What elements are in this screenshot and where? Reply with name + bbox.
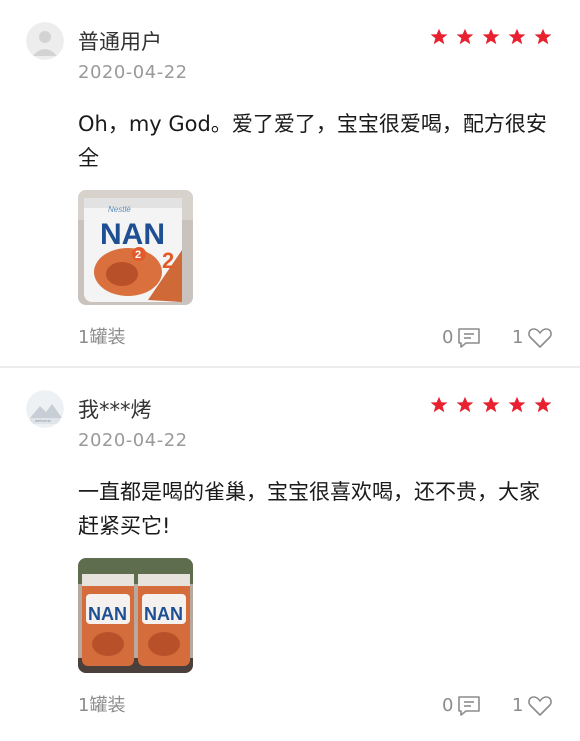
review-photo[interactable]: NAN NAN	[78, 558, 193, 673]
divider	[0, 366, 580, 368]
photo-stage: 2	[162, 248, 174, 273]
product-spec: 1罐装	[78, 327, 126, 348]
photo-brand: NAN	[144, 604, 183, 624]
avatar[interactable]: welcome	[26, 390, 64, 428]
comment-button[interactable]: 0	[442, 326, 481, 350]
username: 我***烤	[78, 398, 152, 422]
star-icon	[534, 396, 552, 413]
star-icon	[482, 396, 500, 413]
star-icon	[430, 396, 448, 413]
star-icon	[534, 28, 552, 45]
heart-icon	[528, 328, 553, 348]
review-photo[interactable]: Nestlé NAN 2 2	[78, 190, 193, 305]
like-button[interactable]: 1	[512, 326, 553, 350]
like-count: 1	[512, 695, 524, 716]
star-icon	[456, 396, 474, 413]
review-date: 2020-04-22	[78, 62, 188, 83]
comment-count: 0	[442, 327, 454, 348]
star-icon	[482, 28, 500, 45]
comment-count: 0	[442, 695, 454, 716]
product-spec: 1罐装	[78, 695, 126, 716]
star-icon	[508, 396, 526, 413]
heart-icon	[528, 696, 553, 716]
username: 普通用户	[78, 30, 162, 54]
comment-icon	[458, 696, 481, 716]
comment-button[interactable]: 0	[442, 694, 481, 718]
star-icon	[508, 28, 526, 45]
photo-stage-badge: 2	[135, 249, 141, 261]
svg-text:welcome: welcome	[35, 418, 52, 423]
like-count: 1	[512, 327, 524, 348]
rating-stars	[430, 396, 560, 418]
rating-stars	[430, 28, 560, 50]
star-icon	[430, 28, 448, 45]
review-date: 2020-04-22	[78, 430, 188, 451]
photo-brand-top: Nestlé	[108, 205, 131, 214]
review-text: Oh，my God。爱了爱了，宝宝很爱喝，配方很安全	[78, 112, 547, 170]
review-text: 一直都是喝的雀巢，宝宝很喜欢喝，还不贵，大家赶紧买它!	[78, 480, 540, 538]
photo-brand: NAN	[100, 218, 165, 251]
avatar[interactable]	[26, 22, 64, 60]
comment-icon	[458, 328, 481, 348]
like-button[interactable]: 1	[512, 694, 553, 718]
photo-brand: NAN	[88, 604, 127, 624]
star-icon	[456, 28, 474, 45]
